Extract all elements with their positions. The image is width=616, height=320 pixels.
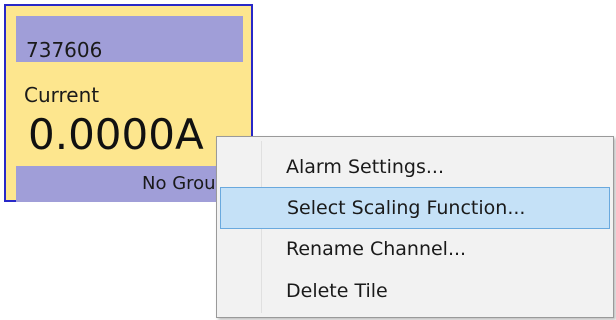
channel-id: 737606 [26, 38, 103, 62]
menu-item-rename-channel[interactable]: Rename Channel... [220, 229, 610, 271]
menu-item-label: Rename Channel... [286, 238, 467, 260]
menu-item-label: Delete Tile [286, 280, 388, 302]
tile-header: 737606 [16, 16, 243, 62]
menu-item-select-scaling-function[interactable]: Select Scaling Function... [220, 187, 610, 229]
tile-footer: No Group [16, 166, 243, 202]
measurement-value: 0.0000A [28, 110, 204, 159]
group-label: No Group [142, 173, 227, 194]
measurement-label: Current [24, 83, 100, 107]
menu-item-alarm-settings[interactable]: Alarm Settings... [220, 147, 610, 189]
context-menu: Alarm Settings... Select Scaling Functio… [216, 136, 614, 318]
menu-item-delete-tile[interactable]: Delete Tile [220, 271, 610, 313]
menu-item-label: Select Scaling Function... [287, 197, 526, 219]
menu-item-label: Alarm Settings... [286, 156, 444, 178]
